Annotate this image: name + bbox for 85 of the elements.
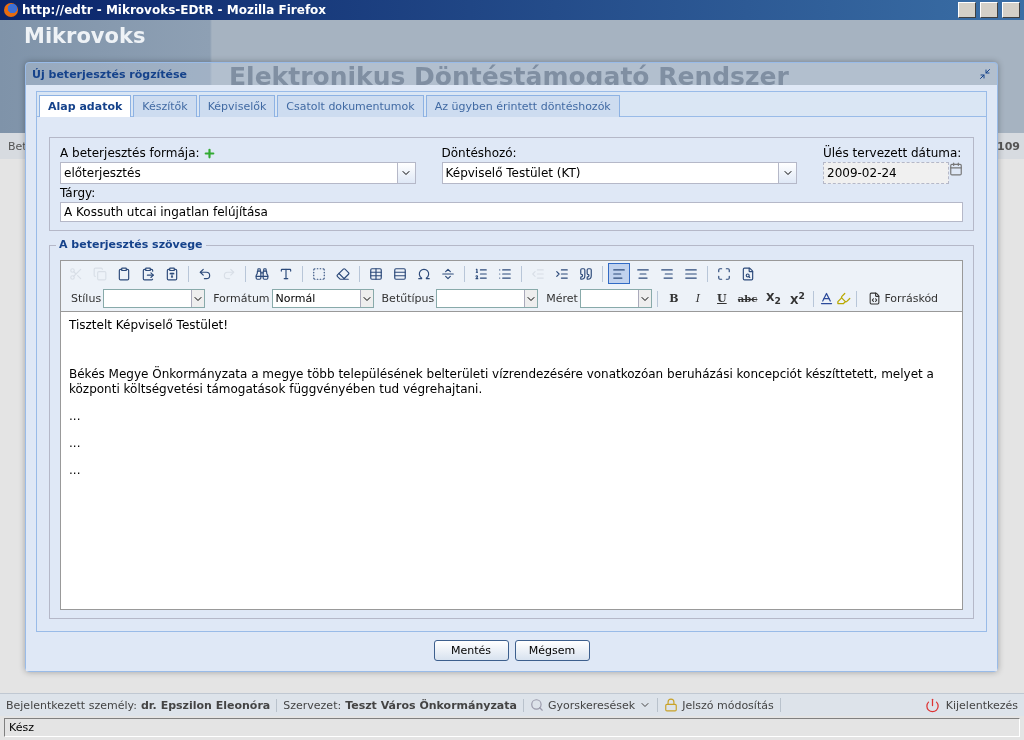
binoculars-icon <box>255 266 269 281</box>
code-file-icon <box>868 292 882 305</box>
paragraph: ... <box>69 409 82 424</box>
toolbar-select[interactable] <box>103 289 206 308</box>
calendar-icon[interactable] <box>949 162 963 176</box>
field-label: A beterjesztés formája: <box>60 146 200 160</box>
table-icon <box>369 266 383 281</box>
maximize-icon <box>717 266 731 281</box>
align-left-button[interactable] <box>608 263 630 284</box>
select-all-icon <box>312 266 326 281</box>
tab[interactable]: Csatolt dokumentumok <box>277 95 424 117</box>
quote-icon <box>579 266 593 281</box>
org-name: Teszt Város Önkormányzata <box>345 698 517 712</box>
font-color-icon[interactable] <box>819 291 835 306</box>
source-button[interactable]: Forráskód <box>862 288 945 309</box>
numbered-list-icon <box>474 266 488 281</box>
combo-label: Betűtípus <box>381 292 435 305</box>
sup-button[interactable]: X$^{2}$ <box>786 288 809 309</box>
fieldset-legend: A beterjesztés szövege <box>56 238 206 251</box>
page-break-icon <box>441 266 455 281</box>
band-number: 109 <box>997 139 1020 153</box>
form-type-select[interactable]: előterjesztés <box>60 162 416 184</box>
bullet-list-icon <box>498 266 512 281</box>
editor-content[interactable] <box>61 311 962 609</box>
undo-icon <box>198 266 212 281</box>
align-center-icon <box>636 266 650 281</box>
field-label: Döntéshozó: <box>441 146 518 160</box>
combo-label: Stílus <box>71 292 102 305</box>
tab[interactable]: Képviselők <box>198 95 276 117</box>
add-icon[interactable] <box>202 146 216 160</box>
status-text: Kész <box>4 717 1020 737</box>
search-icon <box>529 698 544 712</box>
firefox-logo-icon <box>4 3 18 17</box>
org-label: Szervezet: <box>283 698 342 712</box>
paragraph: Békés Megye Önkormányzata a megye több településének belterületi vízrendezésére vonatkozóan beruházási koncepciót készíttetett, melyet a központi költségvetési támogatások függvényében tud végrehajtani. <box>69 367 935 397</box>
dialog-title: Új beterjesztés rögzítése <box>32 67 188 81</box>
bold-button[interactable]: B <box>662 288 685 309</box>
indent-icon <box>555 266 569 281</box>
subject-field[interactable]: A Kossuth utcai ingatlan felújítása <box>60 202 963 222</box>
password-link[interactable]: Jelszó módosítás <box>682 698 774 712</box>
logout-link[interactable]: Kijelentkezés <box>945 698 1018 712</box>
save-button[interactable]: Mentés <box>433 640 509 661</box>
field-label: Tárgy: <box>60 186 97 200</box>
toolbar-select[interactable] <box>579 289 652 308</box>
maximize-button[interactable] <box>980 2 998 18</box>
eraser-icon <box>336 266 350 281</box>
paste-word-icon <box>165 266 179 281</box>
combo-label: Formátum <box>213 292 270 305</box>
underline-button[interactable]: U <box>710 288 733 309</box>
power-icon <box>924 697 940 713</box>
collapse-icon[interactable] <box>979 68 991 80</box>
quick-search-menu[interactable]: Gyorskeresések <box>547 698 636 712</box>
combo-label: Méret <box>546 292 578 305</box>
paragraph: ... <box>69 436 82 451</box>
paste-icon <box>117 266 131 281</box>
letter-icon <box>279 266 293 281</box>
toolbar-select[interactable]: Normál <box>271 289 374 308</box>
user-label: Bejelentkezett személy: <box>6 698 137 712</box>
align-justify-icon <box>684 266 698 281</box>
preview-icon <box>741 266 755 281</box>
italic-button[interactable]: I <box>686 288 709 309</box>
decision-maker-select[interactable]: Képviselő Testület (KT) <box>441 162 797 184</box>
strike-button[interactable]: abc <box>734 288 761 309</box>
rows-icon <box>393 266 407 281</box>
band-text: Bet <box>8 139 27 153</box>
app-logo: Mikrovoks <box>24 24 147 48</box>
field-label: Ülés tervezett dátuma: <box>823 146 963 160</box>
window-title: http://edtr - Mikrovoks-EDtR - Mozilla Firefox <box>22 3 328 17</box>
omega-icon <box>417 266 431 281</box>
tab[interactable]: Alap adatok <box>39 95 132 117</box>
paragraph: Tisztelt Képviselő Testület! <box>69 318 230 333</box>
user-name: dr. Epszilon Eleonóra <box>140 698 271 712</box>
close-button[interactable] <box>1002 2 1020 18</box>
date-field[interactable]: 2009-02-24 <box>823 162 949 184</box>
lock-icon <box>664 698 679 712</box>
align-right-icon <box>660 266 674 281</box>
paragraph: ... <box>69 463 82 478</box>
align-left-icon <box>612 266 626 281</box>
cancel-button[interactable]: Mégsem <box>514 640 590 661</box>
paste-text-icon <box>141 266 155 281</box>
toolbar-select[interactable] <box>436 289 539 308</box>
minimize-button[interactable] <box>958 2 976 18</box>
tab[interactable]: Az ügyben érintett döntéshozók <box>425 95 620 117</box>
sub-button[interactable]: X$_{2}$ <box>762 288 785 309</box>
tab[interactable]: Készítők <box>133 95 197 117</box>
